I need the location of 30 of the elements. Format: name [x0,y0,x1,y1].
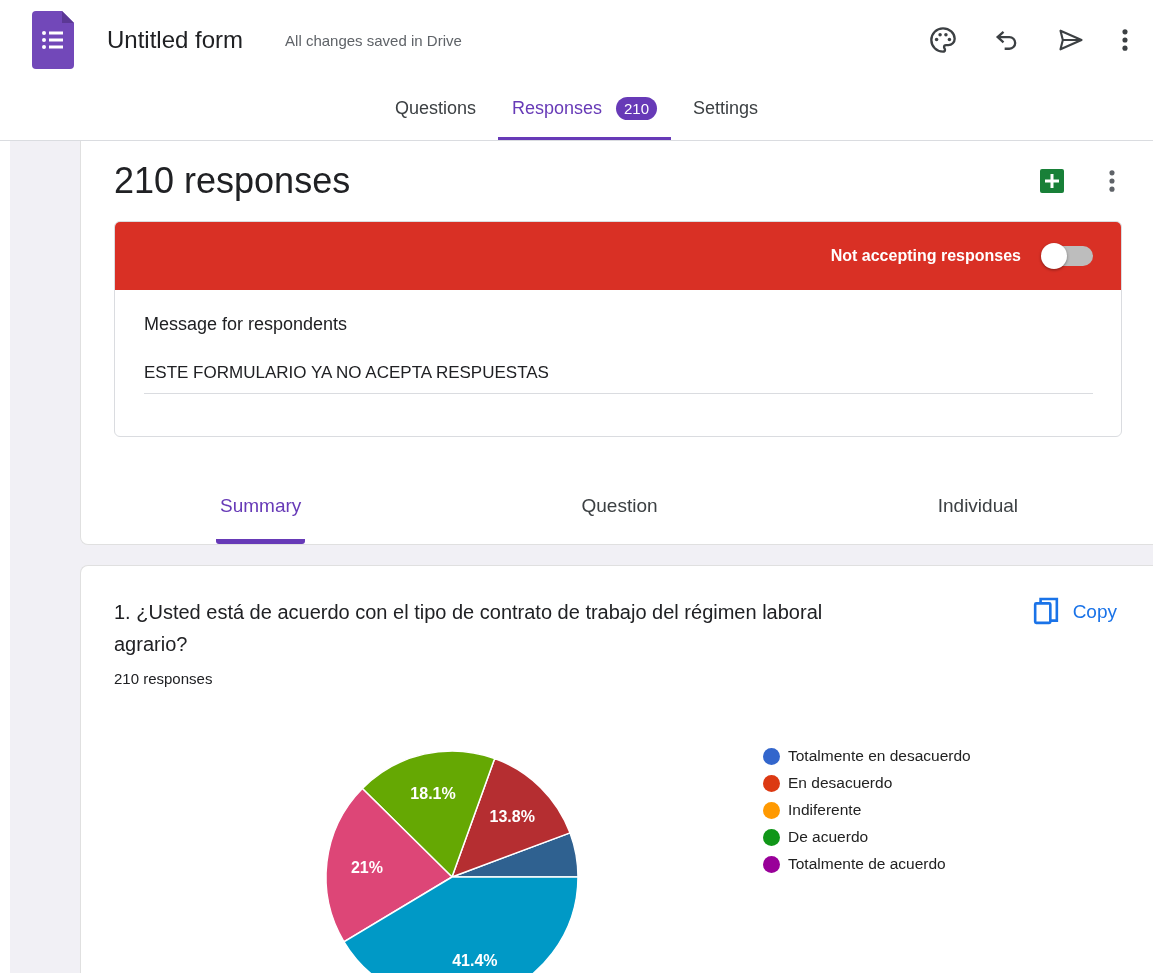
form-title[interactable]: Untitled form [107,26,244,54]
response-count: 210 responses [114,670,214,687]
legend-label: De acuerdo [788,828,869,846]
slice-label: 13.8% [489,808,535,826]
legend-label: Totalmente en desacuerdo [788,747,971,765]
accepting-toggle[interactable] [1043,246,1093,266]
more-icon[interactable] [1108,167,1116,195]
palette-icon[interactable] [929,26,957,54]
tab[interactable]: Settings [679,80,773,140]
more-icon[interactable] [1121,26,1129,54]
legend-label: Totalmente de acuerdo [788,855,946,873]
question-title: 1. ¿Usted está de acuerdo con el tipo de contrato de trabajo del régimen laboral agrario? [114,600,824,657]
slice-label: 21% [350,858,383,876]
copy-button[interactable]: Copy [1032,596,1117,628]
form-logo-icon[interactable] [32,11,74,69]
message-field[interactable]: ESTE FORMULARIO YA NO ACEPTA RESPUESTAS [144,363,1093,394]
tab[interactable]: Questions [380,80,490,140]
response-count-badge: 210 [616,97,658,120]
spreadsheet-icon[interactable] [1040,169,1064,193]
slice-label: 18.1% [410,785,456,803]
message-label: Message for respondents [144,314,349,335]
view-tab[interactable]: Individual [933,477,1022,544]
legend-label: En desacuerdo [788,774,893,792]
legend-label: Indiferente [788,801,862,819]
view-tab[interactable]: Question [577,477,662,544]
view-tab[interactable]: Summary [216,477,306,544]
save-status: All changes saved in Drive [285,31,462,49]
banner-label: Not accepting responses [830,247,1021,265]
responses-heading: 210 responses [114,160,352,202]
slice-label: 41.4% [452,951,498,969]
